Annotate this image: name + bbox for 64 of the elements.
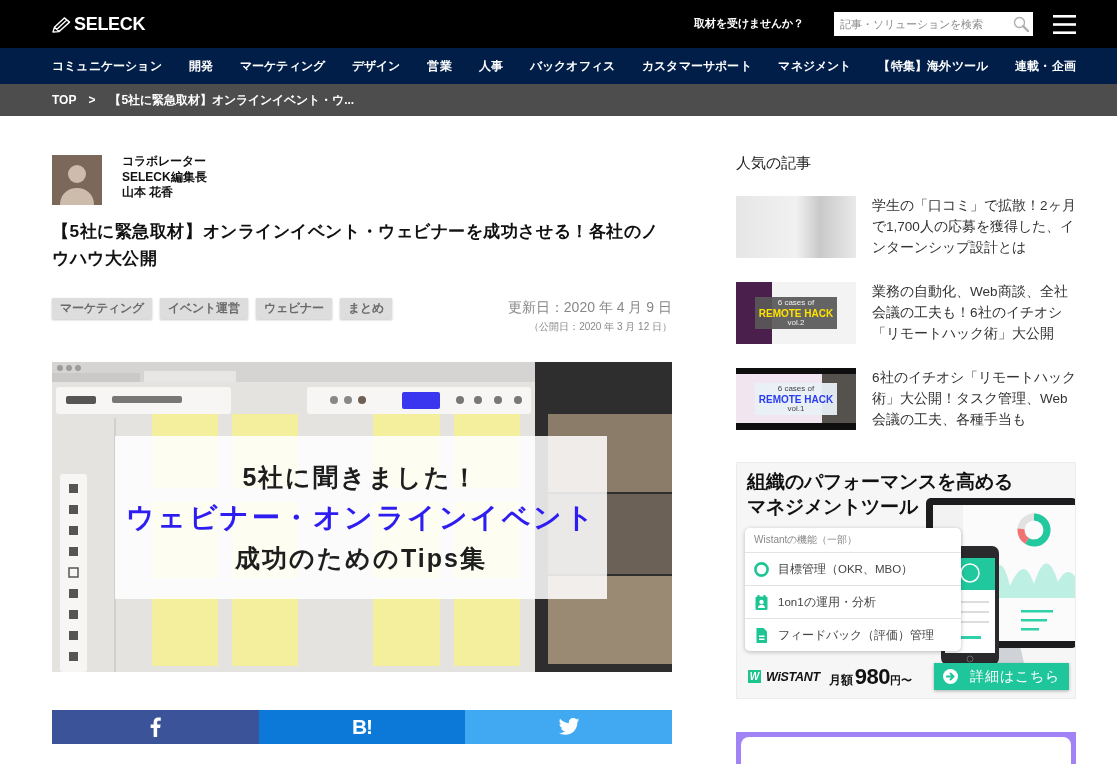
twitter-icon	[557, 718, 580, 736]
share-button[interactable]	[465, 710, 672, 744]
share-button[interactable]: B!	[258, 710, 466, 744]
breadcrumb-separator: >	[88, 93, 96, 107]
author-position: SELECK編集長	[122, 169, 207, 185]
headline-text: ウェビナー・オンラインイベント	[125, 500, 597, 535]
published-date: （公開日：2020 年 3 月 12 日）	[529, 320, 672, 334]
search-field[interactable]: 記事・ソリューションを検索	[834, 12, 1033, 36]
slide-thumbnail[interactable]: 6 cases of REMOTE HACK vol.1	[736, 368, 856, 430]
nav-link[interactable]: バックオフィス	[529, 57, 616, 75]
nav-link[interactable]: 連載・企画	[1015, 57, 1076, 75]
article-link[interactable]: 業務の自動化、Web商談、全社会議の工夫も！6社のイチオシ「リモートハック術」大公開	[872, 281, 1076, 344]
ad-headline: 組織のパフォーマンスを高める マネジメントツール	[747, 470, 1013, 519]
brand-mark: W	[748, 670, 761, 683]
caption-text: REMOTE HACK	[758, 307, 834, 319]
feature-card-title: Wistantの機能（一部）	[753, 533, 859, 547]
caption-text: REMOTE HACK	[758, 393, 834, 405]
tag-chip[interactable]: イベント運営	[160, 298, 248, 319]
updated-date: 更新日：2020 年 4 月 9 日	[507, 298, 672, 316]
caption-text: 6 cases of	[777, 384, 815, 394]
tag-chip[interactable]: マーケティング	[52, 298, 152, 319]
ad-banner[interactable]: 組織のパフォーマンスを高める マネジメントツール Wistantの機能（一部） 目標管理（OKR、MBO） 1on1の運用・分析 フィードバック（評価）管理 W WiSTANT 月額980円〜 詳細はこちら	[736, 462, 1076, 699]
slide-thumbnail[interactable]: 6 cases of REMOTE HACK vol.2	[736, 282, 856, 344]
nav-link[interactable]: 開発	[188, 57, 213, 75]
pencil-icon	[52, 15, 71, 33]
breadcrumb-link[interactable]: TOP	[52, 93, 77, 107]
feature-label: 1on1の運用・分析	[778, 594, 876, 610]
nav-link[interactable]: 人事	[478, 57, 503, 75]
menu-icon[interactable]	[1053, 14, 1076, 34]
price-text: 月額980円〜	[828, 663, 912, 690]
feature-label: フィードバック（評価）管理	[778, 627, 934, 643]
site-logo[interactable]: SELECK	[52, 13, 146, 35]
nav-link[interactable]: マネジメント	[778, 57, 852, 75]
author-name: 山本 花香	[122, 185, 174, 201]
caption-text: vol.1	[787, 404, 805, 414]
nav-link[interactable]: マーケティング	[239, 57, 326, 75]
arrow-circle-icon	[943, 669, 958, 684]
tag-chip[interactable]: ウェビナー	[256, 298, 332, 319]
section-heading: 人気の記事	[736, 154, 811, 172]
facebook-icon	[149, 717, 161, 737]
tag-chip[interactable]: まとめ	[340, 298, 392, 319]
nav-link[interactable]: 営業	[427, 57, 452, 75]
nav-link[interactable]: 【特集】海外ツール	[878, 57, 989, 75]
photo-placeholder[interactable]	[736, 196, 856, 258]
nav-link[interactable]: カスタマーサポート	[641, 57, 752, 75]
nav-link[interactable]: コミュニケーション	[52, 57, 162, 75]
interview-link[interactable]: 取材を受けませんか？	[694, 17, 804, 31]
article-link[interactable]: 学生の「口コミ」で拡散！2ヶ月で1,700人の応募を獲得した、インターンシップ設計とは	[872, 195, 1076, 258]
document-icon	[754, 627, 769, 643]
avatar-placeholder	[52, 155, 102, 205]
article-title: 【5社に緊急取材】オンラインイベント・ウェビナーを成功させる！各社のノウハウ大公開	[52, 220, 660, 270]
article-link[interactable]: 6社のイチオシ「リモートハック術」大公開！タスク管理、Web会議の工夫、各種手当も	[872, 367, 1076, 430]
caption-text: 6 cases of	[777, 298, 815, 308]
breadcrumb-current: 【5社に緊急取材】オンラインイベント・ウ...	[109, 91, 355, 109]
feature-label: 目標管理（OKR、MBO）	[778, 561, 914, 577]
nav-link[interactable]: デザイン	[351, 57, 401, 75]
ring-icon	[754, 561, 769, 577]
contact-card-icon	[754, 594, 769, 610]
search-icon[interactable]	[1013, 16, 1029, 32]
author-role: コラボレーター	[122, 154, 206, 170]
headline-text: 5社に聞きました！	[242, 461, 480, 492]
caption-text: vol.2	[787, 318, 805, 328]
headline-text: 成功のためのTips集	[235, 543, 487, 574]
brand-name: WiSTANT	[766, 669, 820, 684]
